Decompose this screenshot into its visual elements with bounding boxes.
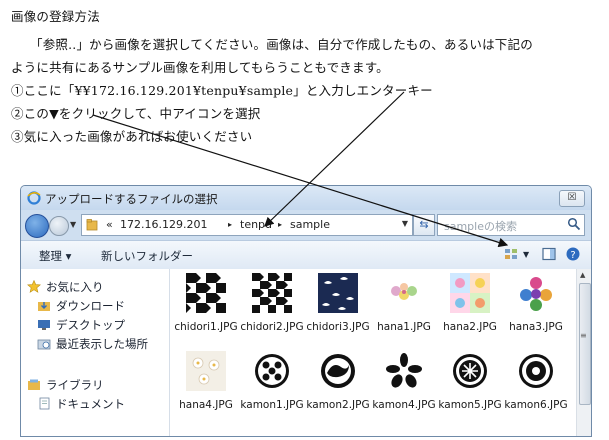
navigation-bar: ▼ « 172.16.129.201 ▸ tenpu ▸ sample ▼ ⇆ … xyxy=(21,211,591,239)
address-overflow[interactable]: « xyxy=(106,218,113,231)
file-item[interactable]: chidori3.JPG xyxy=(306,273,370,335)
document-icon xyxy=(39,397,50,410)
command-toolbar: 整理 ▾ 新しいフォルダー ▼ ? xyxy=(21,240,591,270)
wisteria-crest-thumbnail-icon xyxy=(255,354,289,388)
recent-places-icon xyxy=(37,339,51,350)
file-name: hana2.JPG xyxy=(443,321,497,333)
preview-pane-icon[interactable] xyxy=(541,246,557,262)
colorful-flowers-thumbnail-icon xyxy=(516,273,556,313)
step-1-text: ①ここに「¥¥172.16.129.201¥tenpu¥sample」と入力しエ… xyxy=(11,83,433,98)
address-segment-tenpu[interactable]: tenpu xyxy=(240,218,272,231)
file-name: hana4.JPG xyxy=(179,399,233,411)
file-item[interactable]: kamon2.JPG xyxy=(306,351,370,413)
file-list: chidori1.JPG chidori2.JPG chidori3.JPG h… xyxy=(170,269,576,436)
file-name: kamon4.JPG xyxy=(372,399,436,411)
file-name: kamon6.JPG xyxy=(504,399,568,411)
address-separator[interactable]: ▸ xyxy=(278,220,282,229)
file-item[interactable]: hana3.JPG xyxy=(504,273,568,335)
file-item[interactable]: kamon5.JPG xyxy=(438,351,502,413)
search-icon[interactable] xyxy=(567,217,581,231)
search-box[interactable]: sampleの検索 xyxy=(437,214,585,236)
navy-chidori-thumbnail-icon xyxy=(318,273,358,313)
forward-button[interactable] xyxy=(49,216,69,236)
nav-downloads[interactable]: ダウンロード xyxy=(37,298,125,314)
address-bar[interactable]: « 172.16.129.201 ▸ tenpu ▸ sample ▼ xyxy=(81,214,413,236)
nav-favorites-label: お気に入り xyxy=(46,280,104,294)
file-item[interactable]: chidori2.JPG xyxy=(240,273,304,335)
houndstooth-thumbnail-icon xyxy=(252,273,292,313)
ie-logo-icon xyxy=(27,191,41,205)
nav-recent-label: 最近表示した場所 xyxy=(56,337,148,351)
nav-libraries-label: ライブラリ xyxy=(46,378,104,392)
circle-crest-thumbnail-icon xyxy=(453,354,487,388)
houndstooth-thumbnail-icon xyxy=(186,273,226,313)
folder-icon xyxy=(86,219,98,231)
wave-crest-thumbnail-icon xyxy=(321,354,355,388)
nav-desktop[interactable]: デスクトップ xyxy=(37,317,125,333)
nav-documents-label: ドキュメント xyxy=(56,397,125,411)
address-dropdown-icon[interactable]: ▼ xyxy=(402,219,408,228)
help-icon[interactable]: ? xyxy=(565,246,581,262)
library-icon xyxy=(28,379,40,390)
leaves-crest-thumbnail-icon xyxy=(384,351,424,391)
file-name: hana1.JPG xyxy=(377,321,431,333)
search-placeholder: sampleの検索 xyxy=(444,220,517,233)
nav-downloads-label: ダウンロード xyxy=(56,299,125,313)
svg-text:?: ? xyxy=(570,250,575,261)
file-item[interactable]: kamon6.JPG xyxy=(504,351,568,413)
address-segment-host[interactable]: 172.16.129.201 xyxy=(120,218,207,231)
nav-desktop-label: デスクトップ xyxy=(56,318,125,332)
star-icon xyxy=(27,280,41,293)
nav-libraries[interactable]: ライブラリ xyxy=(27,377,104,393)
close-button[interactable]: ☒ xyxy=(559,190,585,207)
file-item[interactable]: chidori1.JPG xyxy=(174,273,238,335)
dialog-titlebar: アップロードするファイルの選択 ☒ xyxy=(21,186,591,210)
paragraph-line-1: 「参照..」から画像を選択してください。画像は、自分で作成したもの、あるいは下記… xyxy=(30,37,533,52)
nav-recent[interactable]: 最近表示した場所 xyxy=(37,336,148,352)
scroll-up-icon[interactable]: ▲ xyxy=(580,271,585,279)
file-item[interactable]: kamon1.JPG xyxy=(240,351,304,413)
navigation-pane: お気に入り ダウンロード デスクトップ 最近表示した場所 ライブラリ ドキュメン… xyxy=(21,269,170,436)
new-folder-button[interactable]: 新しいフォルダー xyxy=(101,248,193,264)
file-name: chidori1.JPG xyxy=(174,321,238,333)
white-flowers-thumbnail-icon xyxy=(186,351,226,391)
scrollbar-thumb[interactable] xyxy=(579,283,591,405)
downloads-folder-icon xyxy=(38,302,50,311)
nav-documents[interactable]: ドキュメント xyxy=(37,396,125,412)
file-name: kamon1.JPG xyxy=(240,399,304,411)
flower-tiles-thumbnail-icon xyxy=(450,273,490,313)
file-item[interactable]: hana4.JPG xyxy=(174,351,238,413)
desktop-icon xyxy=(38,320,50,330)
nav-favorites[interactable]: お気に入り xyxy=(27,279,104,295)
file-name: kamon2.JPG xyxy=(306,399,370,411)
view-dropdown-arrow-icon[interactable]: ▼ xyxy=(523,250,529,259)
file-name: kamon5.JPG xyxy=(438,399,502,411)
heading: 画像の登録方法 xyxy=(11,9,100,24)
refresh-button[interactable]: ⇆ xyxy=(413,214,435,236)
view-options-icon[interactable] xyxy=(503,246,519,262)
step-3-text: ③気に入った画像があればお使いください xyxy=(11,129,253,144)
address-separator[interactable]: ▸ xyxy=(228,220,232,229)
instruction-document: 画像の登録方法 「参照..」から画像を選択してください。画像は、自分で作成したも… xyxy=(0,0,609,175)
file-name: hana3.JPG xyxy=(509,321,563,333)
history-dropdown-icon[interactable]: ▼ xyxy=(70,220,76,229)
file-item[interactable]: hana2.JPG xyxy=(438,273,502,335)
paragraph-line-2: ように共有にあるサンプル画像を利用してもらうこともできます。 xyxy=(11,60,389,75)
dialog-title: アップロードするファイルの選択 xyxy=(45,192,218,206)
back-button[interactable] xyxy=(25,214,49,238)
scrollbar-grip-icon: ≡ xyxy=(580,331,587,340)
file-item[interactable]: hana1.JPG xyxy=(372,273,436,335)
file-open-dialog: アップロードするファイルの選択 ☒ ▼ « 172.16.129.201 ▸ t… xyxy=(20,185,592,437)
file-name: chidori3.JPG xyxy=(306,321,370,333)
vertical-scrollbar[interactable]: ▲ ≡ xyxy=(576,269,591,436)
organize-menu[interactable]: 整理 ▾ xyxy=(39,248,71,264)
step-2-text: ②この▼をクリックして、中アイコンを選択 xyxy=(11,106,261,121)
file-name: chidori2.JPG xyxy=(240,321,304,333)
plant-crest-thumbnail-icon xyxy=(519,354,553,388)
pastel-flowers-thumbnail-icon xyxy=(384,273,424,313)
file-item[interactable]: kamon4.JPG xyxy=(372,351,436,413)
address-segment-sample[interactable]: sample xyxy=(290,218,330,231)
